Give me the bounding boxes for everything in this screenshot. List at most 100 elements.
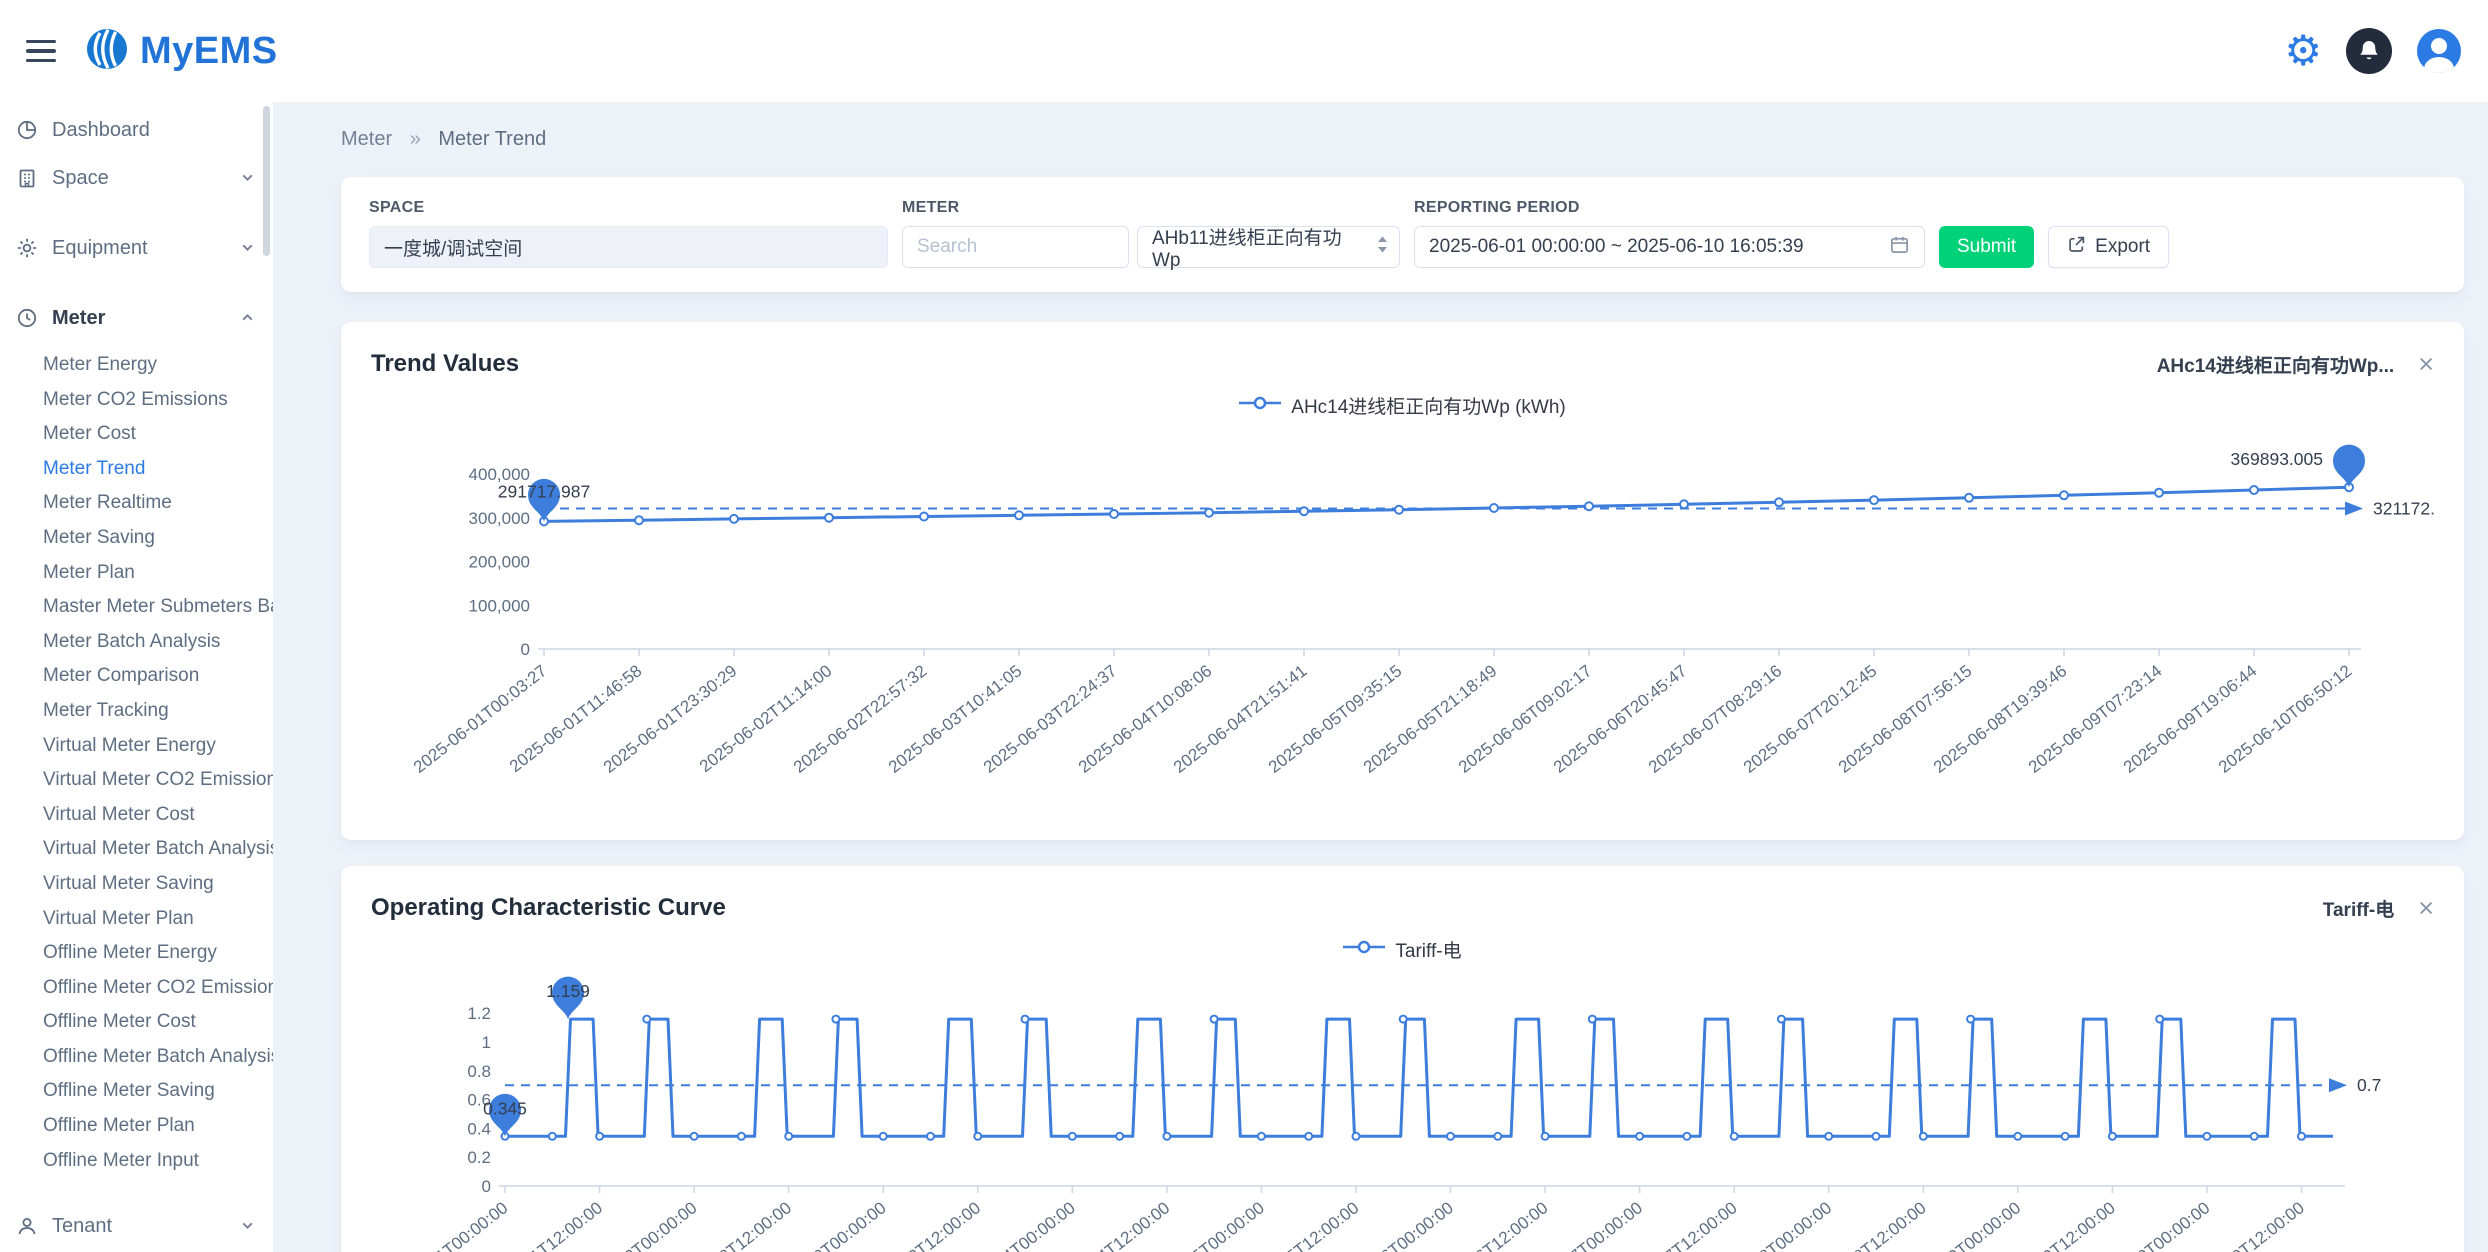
settings-gear-icon[interactable]: ⚙ bbox=[2284, 30, 2322, 72]
tariff-legend-label: Tariff-电 bbox=[1395, 936, 1461, 963]
sidebar-subitem-virtual-meter-co2-emissions[interactable]: Virtual Meter CO2 Emissions bbox=[0, 763, 273, 798]
sidebar-subitem-virtual-meter-energy[interactable]: Virtual Meter Energy bbox=[0, 729, 273, 764]
menu-toggle-button[interactable] bbox=[26, 40, 56, 63]
meter-icon bbox=[16, 306, 40, 330]
legend-line-icon bbox=[1343, 940, 1385, 959]
data-point-dot bbox=[1353, 1133, 1360, 1140]
tariff-chart-legend[interactable]: Tariff-电 bbox=[371, 936, 2434, 963]
min-value-label: 0.345 bbox=[483, 1098, 527, 1118]
meter-search-input[interactable] bbox=[902, 226, 1129, 268]
y-axis-label: 1.2 bbox=[467, 1004, 491, 1023]
sidebar-item-label: Meter bbox=[52, 307, 105, 330]
sidebar-item-dashboard[interactable]: Dashboard bbox=[0, 106, 273, 154]
chevron-down-icon bbox=[240, 170, 255, 185]
sidebar-subitem-meter-trend[interactable]: Meter Trend bbox=[0, 452, 273, 487]
data-point-dot bbox=[825, 514, 833, 522]
sidebar-subitem-offline-meter-energy[interactable]: Offline Meter Energy bbox=[0, 936, 273, 971]
reporting-period-value: 2025-06-01 00:00:00 ~ 2025-06-10 16:05:3… bbox=[1429, 236, 1804, 258]
export-button[interactable]: Export bbox=[2048, 226, 2169, 268]
notifications-bell-icon[interactable] bbox=[2346, 28, 2392, 74]
data-point-dot bbox=[2251, 1133, 2258, 1140]
meter-field-group: METER AHb11进线柜正向有功Wp bbox=[902, 199, 1400, 268]
data-point-dot bbox=[1585, 502, 1593, 510]
meter-select[interactable]: AHb11进线柜正向有功Wp bbox=[1137, 226, 1400, 268]
sidebar-subitem-meter-co2-emissions[interactable]: Meter CO2 Emissions bbox=[0, 383, 273, 418]
sidebar-subitem-offline-meter-co2-emissions[interactable]: Offline Meter CO2 Emissions bbox=[0, 971, 273, 1006]
export-label: Export bbox=[2095, 236, 2150, 258]
data-point-dot bbox=[1116, 1133, 1123, 1140]
sidebar-subitem-meter-realtime[interactable]: Meter Realtime bbox=[0, 486, 273, 521]
sidebar-scrollbar[interactable] bbox=[263, 106, 270, 256]
data-point-dot bbox=[1778, 1016, 1785, 1023]
sidebar-subitem-meter-energy[interactable]: Meter Energy bbox=[0, 348, 273, 383]
sidebar-subitem-offline-meter-saving[interactable]: Offline Meter Saving bbox=[0, 1074, 273, 1109]
series-line bbox=[505, 1019, 2333, 1136]
sidebar-subitem-meter-cost[interactable]: Meter Cost bbox=[0, 417, 273, 452]
data-point-dot bbox=[2298, 1133, 2305, 1140]
sidebar-subitem-master-meter-submeters-balance[interactable]: Master Meter Submeters Balance bbox=[0, 590, 273, 625]
calendar-icon bbox=[1889, 234, 1910, 261]
sidebar-item-meter[interactable]: Meter bbox=[0, 294, 273, 342]
brand[interactable]: MyEMS bbox=[84, 26, 278, 77]
sidebar-subitem-meter-plan[interactable]: Meter Plan bbox=[0, 556, 273, 591]
data-point-dot bbox=[643, 1016, 650, 1023]
data-point-dot bbox=[1015, 511, 1023, 519]
data-point-dot bbox=[1589, 1016, 1596, 1023]
max-value-label: 1.159 bbox=[546, 981, 590, 1001]
sidebar-subitem-offline-meter-cost[interactable]: Offline Meter Cost bbox=[0, 1005, 273, 1040]
reporting-period-label: REPORTING PERIOD bbox=[1414, 199, 1925, 217]
sidebar-item-equipment[interactable]: Equipment bbox=[0, 224, 273, 272]
trend-selected-series-label: AHc14进线柜正向有功Wp... bbox=[2157, 351, 2395, 378]
sidebar-subitem-offline-meter-plan[interactable]: Offline Meter Plan bbox=[0, 1109, 273, 1144]
sidebar-subitem-meter-batch-analysis[interactable]: Meter Batch Analysis bbox=[0, 625, 273, 660]
main-content: Meter » Meter Trend SPACE METER AHb11进线柜… bbox=[273, 102, 2488, 1252]
sidebar-subitem-virtual-meter-cost[interactable]: Virtual Meter Cost bbox=[0, 798, 273, 833]
y-axis-label: 0 bbox=[521, 640, 530, 659]
y-axis-label: 100,000 bbox=[469, 596, 530, 615]
sidebar-item-space[interactable]: Space bbox=[0, 154, 273, 202]
data-point-dot bbox=[1825, 1133, 1832, 1140]
sidebar-subitem-offline-meter-batch-analysis[interactable]: Offline Meter Batch Analysis bbox=[0, 1040, 273, 1075]
data-point-dot bbox=[2156, 1016, 2163, 1023]
data-point-dot bbox=[1069, 1133, 1076, 1140]
data-point-dot bbox=[2062, 1133, 2069, 1140]
data-point-dot bbox=[1305, 1133, 1312, 1140]
trend-chart-legend[interactable]: AHc14进线柜正向有功Wp (kWh) bbox=[371, 392, 2434, 419]
sidebar-subitem-meter-comparison[interactable]: Meter Comparison bbox=[0, 659, 273, 694]
sidebar-subitem-meter-saving[interactable]: Meter Saving bbox=[0, 521, 273, 556]
meter-label: METER bbox=[902, 199, 1400, 217]
app-root: MyEMS ⚙ Dash bbox=[0, 0, 2488, 1252]
sidebar-subitem-meter-tracking[interactable]: Meter Tracking bbox=[0, 694, 273, 729]
tenant-icon bbox=[16, 1214, 40, 1238]
submit-button[interactable]: Submit bbox=[1939, 226, 2034, 268]
reporting-period-input[interactable]: 2025-06-01 00:00:00 ~ 2025-06-10 16:05:3… bbox=[1414, 226, 1925, 268]
data-point-dot bbox=[1494, 1133, 1501, 1140]
data-point-dot bbox=[1022, 1016, 1029, 1023]
sidebar-subitem-offline-meter-input[interactable]: Offline Meter Input bbox=[0, 1144, 273, 1179]
operating-curve-chart[interactable]: 00.20.40.60.811.22025-06-01T00:00:002025… bbox=[371, 969, 2434, 1252]
topbar-actions: ⚙ bbox=[2284, 28, 2462, 74]
space-label: SPACE bbox=[369, 199, 888, 217]
trend-line-chart[interactable]: 0100,000200,000300,000400,0002025-06-01T… bbox=[371, 425, 2434, 829]
data-point-dot bbox=[1211, 1016, 1218, 1023]
sidebar-subitem-virtual-meter-batch-analysis[interactable]: Virtual Meter Batch Analysis bbox=[0, 832, 273, 867]
data-point-dot bbox=[2060, 491, 2068, 499]
sidebar-submenu-meter: Meter EnergyMeter CO2 EmissionsMeter Cos… bbox=[0, 342, 273, 1180]
y-axis-label: 300,000 bbox=[469, 509, 530, 528]
data-point-dot bbox=[2014, 1133, 2021, 1140]
average-line-arrow bbox=[2345, 501, 2363, 515]
data-point-dot bbox=[1163, 1133, 1170, 1140]
dashboard-icon bbox=[16, 118, 40, 142]
sidebar-subitem-virtual-meter-plan[interactable]: Virtual Meter Plan bbox=[0, 902, 273, 937]
tariff-close-icon[interactable]: × bbox=[2418, 895, 2434, 922]
breadcrumb-separator: » bbox=[410, 128, 421, 150]
data-point-dot bbox=[1870, 496, 1878, 504]
breadcrumb-current: Meter Trend bbox=[438, 128, 546, 150]
space-icon bbox=[16, 166, 40, 190]
user-avatar[interactable] bbox=[2416, 28, 2462, 74]
space-input[interactable] bbox=[369, 226, 888, 268]
sidebar-item-tenant[interactable]: Tenant bbox=[0, 1202, 273, 1250]
trend-close-icon[interactable]: × bbox=[2418, 351, 2434, 378]
breadcrumb-link-meter[interactable]: Meter bbox=[341, 128, 392, 150]
sidebar-subitem-virtual-meter-saving[interactable]: Virtual Meter Saving bbox=[0, 867, 273, 902]
